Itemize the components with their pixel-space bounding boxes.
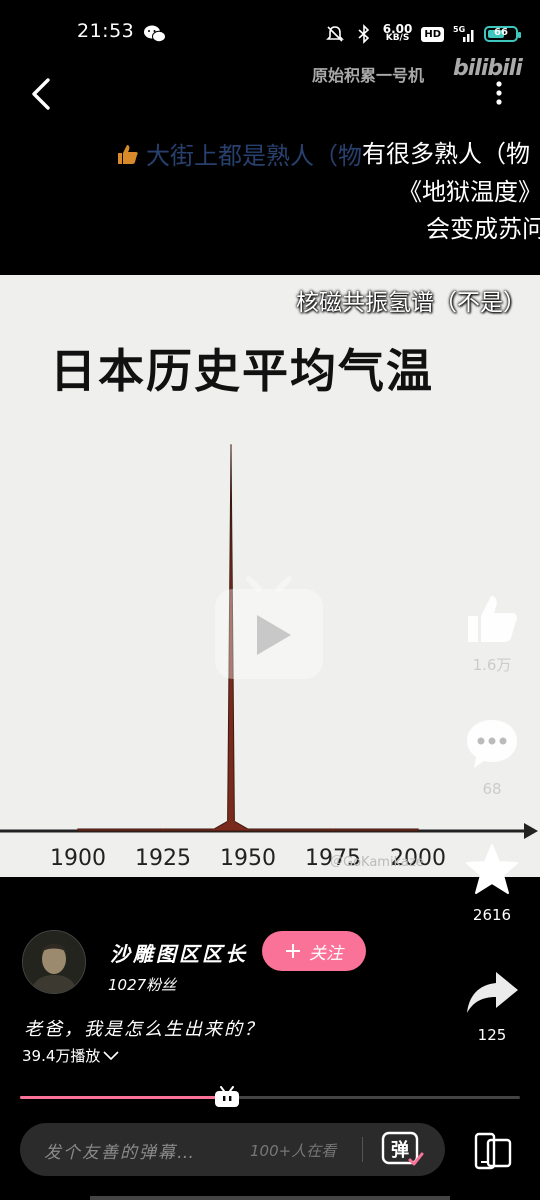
danmaku-text: 大街上都是熟人（物 xyxy=(146,142,362,170)
net-speed: 6.00 KB/S xyxy=(383,23,413,43)
data-point xyxy=(77,828,79,830)
home-indicator xyxy=(90,1196,450,1200)
author-name[interactable]: 沙雕图区区长 xyxy=(110,938,248,967)
favorite-count: 2616 xyxy=(472,906,512,924)
danmaku-comment: 有很多熟人（物 xyxy=(362,140,530,168)
favorite-button[interactable]: 2616 xyxy=(462,842,522,924)
status-time: 21:53 xyxy=(77,20,135,42)
channel-name: 原始积累一号机 xyxy=(312,66,425,85)
net-speed-unit: KB/S xyxy=(385,33,410,43)
danmaku-toggle-button[interactable]: 弹 xyxy=(380,1130,424,1170)
chevron-down-icon xyxy=(103,1050,119,1060)
play-count-text: 39.4万播放 xyxy=(22,1047,101,1065)
share-count: 125 xyxy=(477,1026,507,1044)
data-point xyxy=(162,828,164,830)
viewer-count: 100+人在看 xyxy=(250,1142,337,1160)
data-point xyxy=(226,820,229,823)
data-point xyxy=(213,828,215,830)
status-icons: 6.00 KB/S HD 5G 66 xyxy=(325,20,521,48)
thumbs-up-icon xyxy=(468,596,517,642)
share-arrow-icon xyxy=(467,972,518,1013)
play-count[interactable]: 39.4万播放 xyxy=(22,1045,119,1066)
portrait-landscape-toggle-icon[interactable] xyxy=(470,1132,514,1170)
back-button[interactable] xyxy=(26,74,60,114)
hd-badge: HD xyxy=(421,26,444,42)
data-point xyxy=(233,820,236,823)
danmaku-input-bar[interactable]: 发个友善的弹幕… 100+人在看 弹 xyxy=(20,1123,445,1176)
danmaku-comment: 大街上都是熟人（物 xyxy=(116,136,362,171)
progress-bar[interactable] xyxy=(20,1096,520,1099)
wechat-icon xyxy=(144,25,166,43)
x-tick-label: 1900 xyxy=(50,846,106,871)
plus-icon xyxy=(286,944,300,958)
video-title: 日本历史平均气温 xyxy=(50,344,434,398)
follow-button[interactable]: 关注 xyxy=(262,931,366,971)
video-description[interactable]: 老爸，我是怎么生出来的？ xyxy=(24,1015,264,1041)
star-icon xyxy=(466,844,518,894)
mute-bell-icon xyxy=(325,26,344,42)
danmaku-toggle-label: 弹 xyxy=(391,1139,409,1161)
danmaku-comment: 会变成苏问 xyxy=(426,215,540,243)
battery-level: 66 xyxy=(494,27,508,38)
x-tick-label: 1950 xyxy=(220,846,276,871)
network-type: 5G xyxy=(453,25,465,34)
data-point xyxy=(230,444,232,446)
watermark: ＠GoKamikaze xyxy=(330,855,424,870)
like-button[interactable]: 1.6万 xyxy=(462,592,522,675)
danmaku-toggle-icon: 弹 xyxy=(381,1131,424,1166)
bilibili-logo: bilibili xyxy=(453,56,523,81)
comment-button[interactable]: 68 xyxy=(462,716,522,798)
thumbs-up-icon xyxy=(118,144,138,164)
comment-count: 68 xyxy=(482,780,502,798)
play-icon xyxy=(215,576,323,679)
bluetooth-icon xyxy=(358,24,369,44)
share-button[interactable]: 125 xyxy=(462,968,522,1044)
author-avatar[interactable] xyxy=(22,930,86,994)
progress-fill xyxy=(20,1096,225,1099)
video-player[interactable]: 1900 1925 1950 1975 2000 日本历史平均气温 核磁共振氢谱（不是）… xyxy=(0,275,540,877)
more-options-button[interactable] xyxy=(491,72,507,112)
like-count: 1.6万 xyxy=(472,656,512,674)
danmaku-input-placeholder[interactable]: 发个友善的弹幕… xyxy=(44,1138,196,1163)
data-point xyxy=(332,828,334,830)
follow-label: 关注 xyxy=(309,943,343,964)
divider xyxy=(362,1137,363,1162)
data-point xyxy=(417,828,419,830)
fans-count: 1027粉丝 xyxy=(108,976,177,994)
danmaku-comment: 《地狱温度》 xyxy=(398,178,540,206)
video-subtitle: 核磁共振氢谱（不是） xyxy=(296,290,526,316)
progress-thumb-tv-icon[interactable] xyxy=(214,1086,240,1108)
data-point xyxy=(247,828,249,830)
battery-icon: 66 xyxy=(484,26,521,42)
x-tick-label: 1925 xyxy=(135,846,191,871)
signal-icon: 5G xyxy=(453,25,474,42)
comment-bubble-icon xyxy=(467,720,517,768)
x-axis-arrow xyxy=(524,823,538,839)
